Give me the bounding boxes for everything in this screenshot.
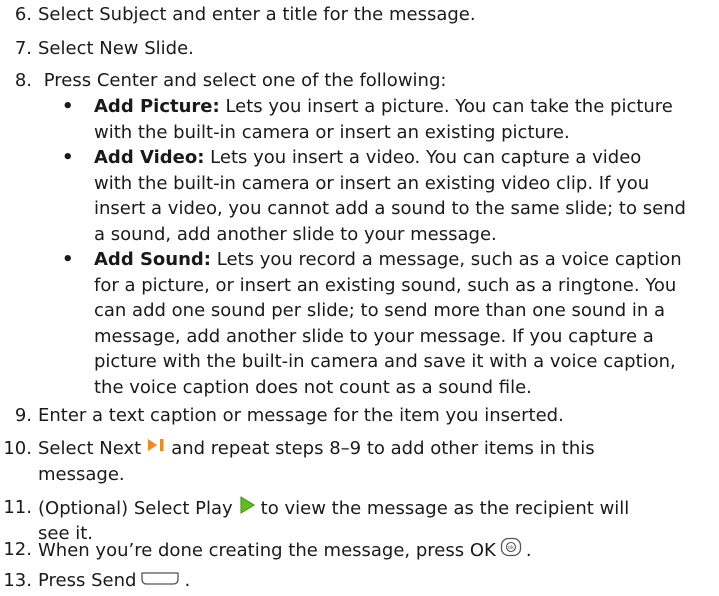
step-number: 10. xyxy=(3,438,32,459)
bullet-line: can add one sound per slide; to send mor… xyxy=(94,300,666,321)
instruction-document: 6. Select Subject and enter a title for … xyxy=(0,0,719,596)
bullet-line: the voice caption does not count as a so… xyxy=(94,376,532,398)
bullet-line: Lets you insert a picture. You can take … xyxy=(225,96,673,117)
bullet-line: a sound, add another slide to your messa… xyxy=(94,223,497,245)
bullet-term: Add Sound: xyxy=(94,249,212,270)
step-number: 8. xyxy=(14,70,32,91)
step-text: . xyxy=(184,570,191,591)
bullet-line: for a picture, or insert an existing sou… xyxy=(94,274,677,296)
step-text: (Optional) Select Play xyxy=(38,498,233,519)
step-text: Press Center and select one of the follo… xyxy=(38,70,447,91)
step-text: Select Next xyxy=(38,438,142,459)
step-text: Select Subject and enter a title for the… xyxy=(38,4,476,25)
step-text: Enter a text caption or message for the … xyxy=(38,405,564,426)
step-text: Select New Slide. xyxy=(38,38,194,59)
ok-key-icon: ok xyxy=(500,537,522,565)
svg-text:ok: ok xyxy=(508,545,514,551)
step-number: 9. xyxy=(14,405,32,426)
bullet-line: Lets you insert a video. You can capture… xyxy=(210,147,642,168)
step-text: Press Send xyxy=(38,570,137,591)
bullet-line: with the built-in camera or insert an ex… xyxy=(94,121,570,143)
bullet-marker: • xyxy=(62,147,74,168)
step-text: When you’re done creating the message, p… xyxy=(38,540,496,561)
step-text: to view the message as the recipient wil… xyxy=(260,498,630,519)
send-key-icon xyxy=(140,568,180,594)
bullet-line: with the built-in camera or insert an ex… xyxy=(94,172,650,194)
play-icon xyxy=(237,495,257,523)
step-text: message. xyxy=(38,464,125,485)
bullet-line: picture with the built-in camera and sav… xyxy=(94,351,676,372)
bullet-line: insert a video, you cannot add a sound t… xyxy=(94,198,686,219)
bullet-term: Add Video: xyxy=(94,147,205,168)
step-number: 6. xyxy=(14,4,32,25)
bullet-line: message, add another slide to your messa… xyxy=(94,325,654,347)
bullet-term: Add Picture: xyxy=(94,96,220,117)
step-number: 11. xyxy=(3,497,32,518)
step-text: . xyxy=(525,540,532,561)
step-text: and repeat steps 8–9 to add other items … xyxy=(171,438,595,459)
bullet-marker: • xyxy=(62,96,74,117)
step-number: 12. xyxy=(3,539,32,560)
bullet-line: Lets you record a message, such as a voi… xyxy=(216,249,682,270)
next-slide-icon xyxy=(145,436,167,462)
bullet-marker: • xyxy=(62,249,74,270)
step-number: 13. xyxy=(3,570,32,591)
step-number: 7. xyxy=(14,38,32,59)
